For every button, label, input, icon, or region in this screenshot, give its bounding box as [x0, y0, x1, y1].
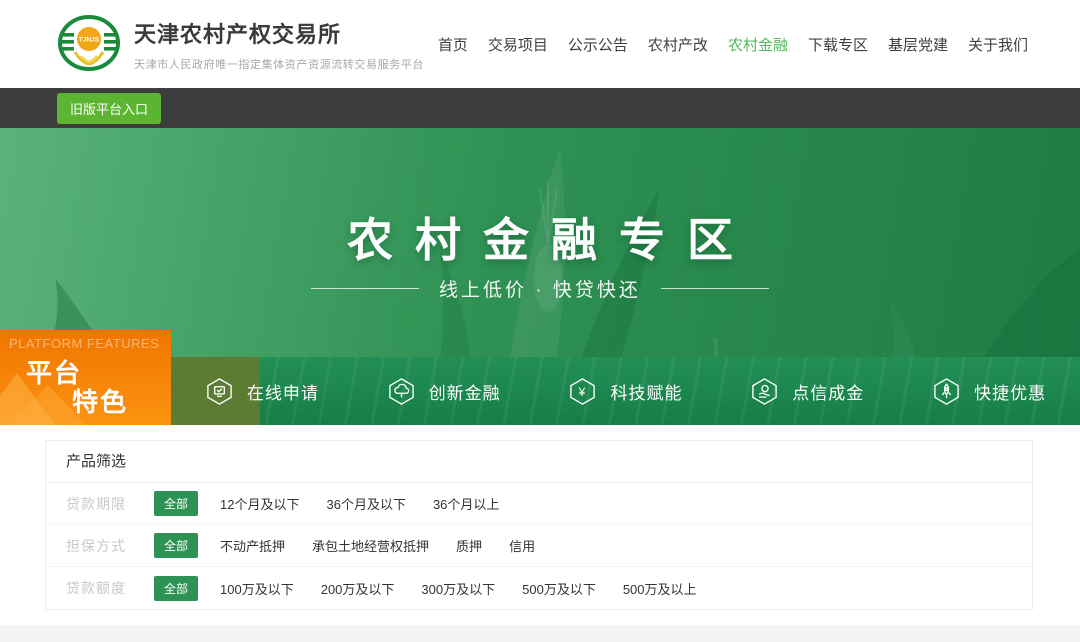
hero-subtitle: 线上低价 · 快贷快还	[439, 275, 641, 302]
cloud-finance-icon	[387, 377, 416, 406]
filter-label: 担保方式	[66, 536, 154, 556]
tab-label: 创新金融	[429, 379, 501, 404]
filter-panel-title: 产品筛选	[46, 441, 1032, 483]
nav-rural-finance[interactable]: 农村金融	[728, 34, 788, 55]
tab-innovative-finance[interactable]: 创新金融	[353, 357, 535, 425]
filter-label: 贷款期限	[66, 494, 154, 514]
nav-trade-projects[interactable]: 交易项目	[488, 34, 548, 55]
site-logo-icon: TJNJS	[57, 14, 121, 74]
form-check-icon	[205, 377, 234, 406]
tab-tech-empower[interactable]: ¥ 科技赋能	[535, 357, 717, 425]
filter-all-button[interactable]: 全部	[154, 491, 198, 516]
tab-label: 快捷优惠	[974, 379, 1046, 404]
filter-row-guarantee-type: 担保方式 全部 不动产抵押 承包土地经营权抵押 质押 信用	[46, 525, 1032, 567]
nav-download-zone[interactable]: 下载专区	[808, 34, 868, 55]
yuan-icon: ¥	[568, 377, 597, 406]
filter-option[interactable]: 质押	[456, 536, 482, 555]
tab-credit-gold[interactable]: 点信成金	[716, 357, 898, 425]
platform-features-block: PLATFORM FEATURES 平台 特色	[0, 330, 171, 425]
utility-bar: 旧版平台入口	[0, 88, 1080, 128]
filter-all-button[interactable]: 全部	[154, 576, 198, 601]
hero-subtitle-row: 线上低价 · 快贷快还	[0, 275, 1080, 302]
filter-option[interactable]: 不动产抵押	[220, 536, 285, 555]
filter-option[interactable]: 200万及以下	[321, 579, 395, 598]
filter-option[interactable]: 36个月及以下	[326, 494, 405, 513]
filter-option[interactable]: 36个月以上	[433, 494, 499, 513]
brand-text: 天津农村产权交易所 天津市人民政府唯一指定集体资产资源流转交易服务平台	[134, 17, 424, 72]
site-subtitle: 天津市人民政府唯一指定集体资产资源流转交易服务平台	[134, 56, 424, 72]
hero-title: 农村金融专区	[0, 204, 1080, 270]
filter-option[interactable]: 300万及以下	[421, 579, 495, 598]
filter-option[interactable]: 承包土地经营权抵押	[312, 536, 429, 555]
filter-label: 贷款额度	[66, 578, 154, 598]
tab-quick-discount[interactable]: 快捷优惠	[898, 357, 1080, 425]
nav-home[interactable]: 首页	[438, 34, 468, 55]
nav-party-building[interactable]: 基层党建	[888, 34, 948, 55]
svg-text:¥: ¥	[578, 385, 586, 398]
tab-online-apply[interactable]: 在线申请	[171, 357, 353, 425]
hand-coin-icon	[750, 377, 779, 406]
tab-label: 科技赋能	[610, 379, 682, 404]
nav-public-notice[interactable]: 公示公告	[568, 34, 628, 55]
platform-features-title-2: 特色	[72, 382, 128, 419]
filter-option[interactable]: 500万及以上	[623, 579, 697, 598]
filter-row-loan-amount: 贷款额度 全部 100万及以下 200万及以下 300万及以下 500万及以下 …	[46, 567, 1032, 609]
filter-option[interactable]: 信用	[509, 536, 535, 555]
rocket-icon	[932, 377, 961, 406]
site-title: 天津农村产权交易所	[134, 17, 424, 49]
product-filter-panel: 产品筛选 贷款期限 全部 12个月及以下 36个月及以下 36个月以上 担保方式…	[45, 440, 1033, 610]
platform-features-eyebrow: PLATFORM FEATURES	[9, 336, 169, 351]
footer-bar	[0, 625, 1080, 642]
subtitle-line-right	[661, 288, 769, 289]
filter-option[interactable]: 12个月及以下	[220, 494, 299, 513]
filter-all-button[interactable]: 全部	[154, 533, 198, 558]
tab-label: 在线申请	[247, 379, 319, 404]
main-nav: 首页 交易项目 公示公告 农村产改 农村金融 下载专区 基层党建 关于我们	[438, 34, 1028, 55]
subtitle-line-left	[311, 288, 419, 289]
site-header: TJNJS 天津农村产权交易所 天津市人民政府唯一指定集体资产资源流转交易服务平…	[0, 0, 1080, 88]
filter-option[interactable]: 100万及以下	[220, 579, 294, 598]
filter-option[interactable]: 500万及以下	[522, 579, 596, 598]
hero-banner: 农村金融专区 线上低价 · 快贷快还 在线申请	[0, 128, 1080, 425]
nav-about-us[interactable]: 关于我们	[968, 34, 1028, 55]
page: TJNJS 天津农村产权交易所 天津市人民政府唯一指定集体资产资源流转交易服务平…	[0, 0, 1080, 642]
nav-rural-reform[interactable]: 农村产改	[648, 34, 708, 55]
feature-tabbar: 在线申请 创新金融 ¥ 科技赋能	[171, 357, 1080, 425]
svg-text:TJNJS: TJNJS	[79, 37, 100, 44]
old-platform-entry-button[interactable]: 旧版平台入口	[57, 93, 161, 124]
filter-row-loan-term: 贷款期限 全部 12个月及以下 36个月及以下 36个月以上	[46, 483, 1032, 525]
tab-label: 点信成金	[792, 379, 864, 404]
